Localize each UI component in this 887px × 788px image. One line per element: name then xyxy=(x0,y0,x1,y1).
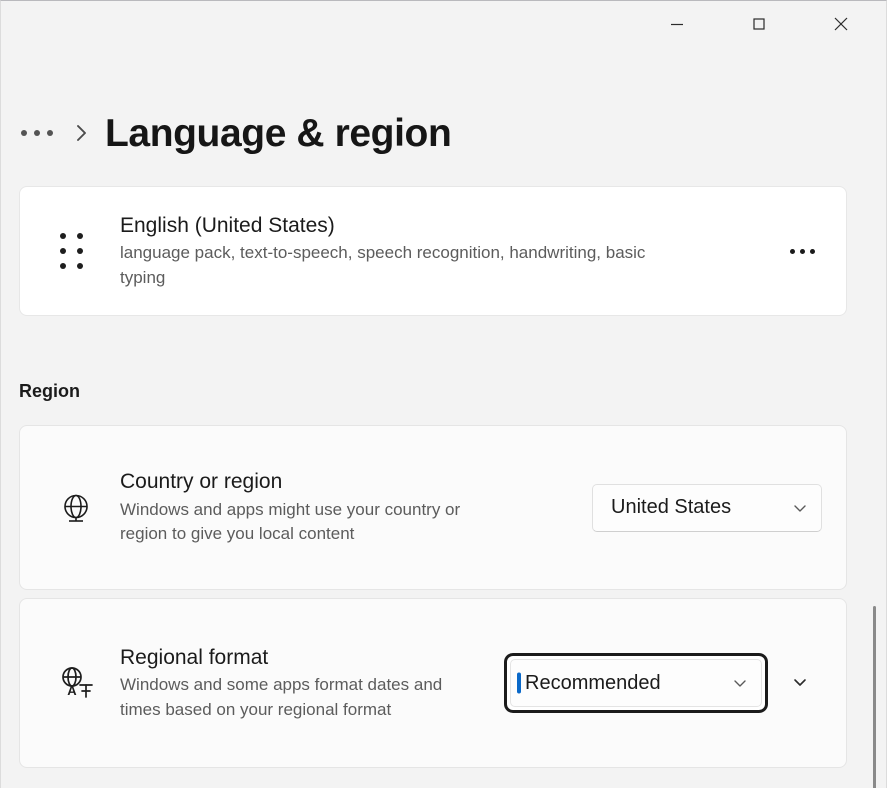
chevron-down-icon xyxy=(792,500,808,516)
country-text-block: Country or region Windows and apps might… xyxy=(120,468,592,547)
vertical-scrollbar[interactable] xyxy=(869,361,881,780)
country-or-region-combobox[interactable]: United States xyxy=(592,484,822,532)
regional-format-combobox-focus-ring: Recommended xyxy=(504,653,768,713)
country-combobox-value: United States xyxy=(611,496,731,519)
country-title: Country or region xyxy=(120,468,592,495)
maximize-icon xyxy=(751,16,767,32)
close-button[interactable] xyxy=(818,1,864,47)
country-description: Windows and apps might use your country … xyxy=(120,498,470,547)
language-text-block: English (United States) language pack, t… xyxy=(120,212,768,291)
language-features: language pack, text-to-speech, speech re… xyxy=(120,241,680,290)
chevron-down-icon xyxy=(732,675,748,691)
regional-format-title: Regional format xyxy=(120,644,504,671)
drag-handle-icon[interactable] xyxy=(60,229,88,273)
scrollbar-thumb[interactable] xyxy=(873,606,876,788)
more-options-dot-icon xyxy=(790,249,795,254)
ellipsis-dot-icon xyxy=(21,130,27,136)
regional-format-expand-button[interactable] xyxy=(778,661,822,705)
page-title: Language & region xyxy=(105,114,451,153)
title-bar xyxy=(1,1,886,63)
language-list-item[interactable]: English (United States) language pack, t… xyxy=(19,186,847,316)
more-options-dot-icon xyxy=(800,249,805,254)
maximize-button[interactable] xyxy=(736,1,782,47)
settings-content: English (United States) language pack, t… xyxy=(1,181,886,788)
regional-format-description: Windows and some apps format dates and t… xyxy=(120,673,470,722)
ellipsis-dot-icon xyxy=(47,130,53,136)
settings-window: Language & region English (United States… xyxy=(0,0,887,788)
chevron-right-icon xyxy=(73,120,91,146)
more-options-dot-icon xyxy=(810,249,815,254)
translate-globe-icon: A xyxy=(54,662,98,704)
regional-format-text-block: Regional format Windows and some apps fo… xyxy=(120,644,504,723)
setting-card-country-or-region[interactable]: Country or region Windows and apps might… xyxy=(19,425,847,590)
ellipsis-dot-icon xyxy=(34,130,40,136)
close-icon xyxy=(831,14,851,34)
regional-format-combobox[interactable]: Recommended xyxy=(510,659,762,707)
regional-format-combobox-value: Recommended xyxy=(525,672,661,695)
selection-accent-bar xyxy=(517,673,521,694)
language-more-options-button[interactable] xyxy=(780,229,824,273)
minimize-button[interactable] xyxy=(654,1,700,47)
svg-text:A: A xyxy=(67,683,77,698)
globe-icon xyxy=(54,488,98,528)
breadcrumb: Language & region xyxy=(19,97,866,169)
language-name: English (United States) xyxy=(120,212,768,239)
breadcrumb-overflow-button[interactable] xyxy=(19,126,55,140)
setting-card-regional-format[interactable]: A Regional format Windows and some apps … xyxy=(19,598,847,768)
section-heading-region: Region xyxy=(19,381,80,402)
chevron-down-icon xyxy=(790,672,810,695)
minimize-icon xyxy=(669,16,685,32)
